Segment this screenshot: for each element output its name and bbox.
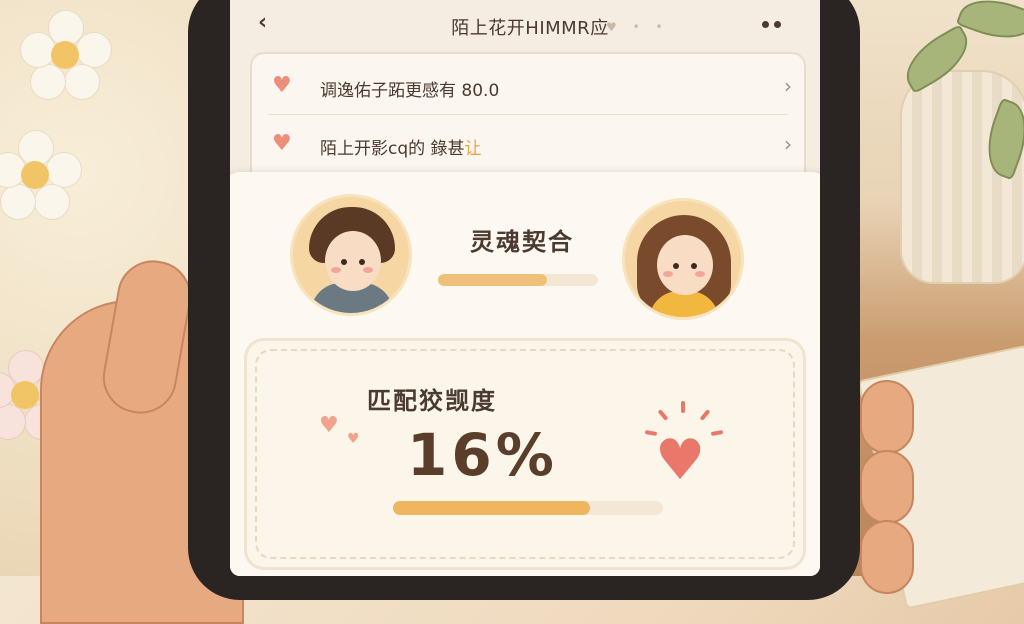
chevron-right-icon: › xyxy=(784,74,792,98)
list-item[interactable]: ♥ 调逸佑子跖更感有 80.0 › xyxy=(252,58,804,114)
avatar-male[interactable] xyxy=(290,194,412,316)
title-decoration: ♥ • • xyxy=(606,20,669,34)
match-progress-bar xyxy=(393,501,663,515)
list-item-label: 陌上开影cq的 錄甚让 xyxy=(320,139,482,159)
divider xyxy=(268,114,788,115)
sparkle-icon xyxy=(681,401,685,413)
match-label: 匹配狡觊度 xyxy=(367,387,497,415)
finger xyxy=(860,450,914,524)
flower-decoration xyxy=(0,130,82,220)
soul-progress-bar xyxy=(438,274,598,286)
sparkle-icon xyxy=(657,409,669,421)
big-heart-icon: ♥ xyxy=(655,428,706,493)
heart-icon: ♥ xyxy=(347,431,360,447)
phone-screen: ‹ 陌上花开HIMMR应 ♥ • • ♥ 调逸佑子跖更感有 80.0 › ♥ 陌… xyxy=(230,0,820,576)
heart-icon: ♥ xyxy=(319,413,339,438)
finger xyxy=(860,380,914,454)
sparkle-icon xyxy=(699,409,711,421)
match-card-border: 匹配狡觊度 16% ♥ ♥ ♥ xyxy=(255,349,795,559)
heart-icon: ♥ xyxy=(272,73,292,98)
compatibility-panel: 灵魂契合 匹配狡觊度 16% ♥ ♥ ♥ xyxy=(230,172,820,576)
more-dots-icon[interactable] xyxy=(762,18,786,30)
list-item[interactable]: ♥ 陌上开影cq的 錄甚让 › xyxy=(252,116,804,172)
flower-decoration xyxy=(20,10,112,100)
sparkle-icon xyxy=(710,429,724,437)
settings-list: ♥ 调逸佑子跖更感有 80.0 › ♥ 陌上开影cq的 錄甚让 › xyxy=(250,52,806,184)
match-card: 匹配狡觊度 16% ♥ ♥ ♥ xyxy=(244,338,806,570)
chevron-left-icon[interactable]: ‹ xyxy=(258,12,280,34)
finger xyxy=(860,520,914,594)
avatar-female[interactable] xyxy=(622,198,744,320)
app-header: ‹ 陌上花开HIMMR应 ♥ • • xyxy=(230,0,820,52)
list-item-label: 调逸佑子跖更感有 80.0 xyxy=(320,81,500,101)
match-progress-fill xyxy=(393,501,591,515)
match-percent: 16% xyxy=(407,421,558,489)
heart-icon: ♥ xyxy=(272,131,292,156)
soul-match-label: 灵魂契合 xyxy=(470,228,574,256)
soul-progress-fill xyxy=(438,274,547,286)
chevron-right-icon: › xyxy=(784,132,792,156)
